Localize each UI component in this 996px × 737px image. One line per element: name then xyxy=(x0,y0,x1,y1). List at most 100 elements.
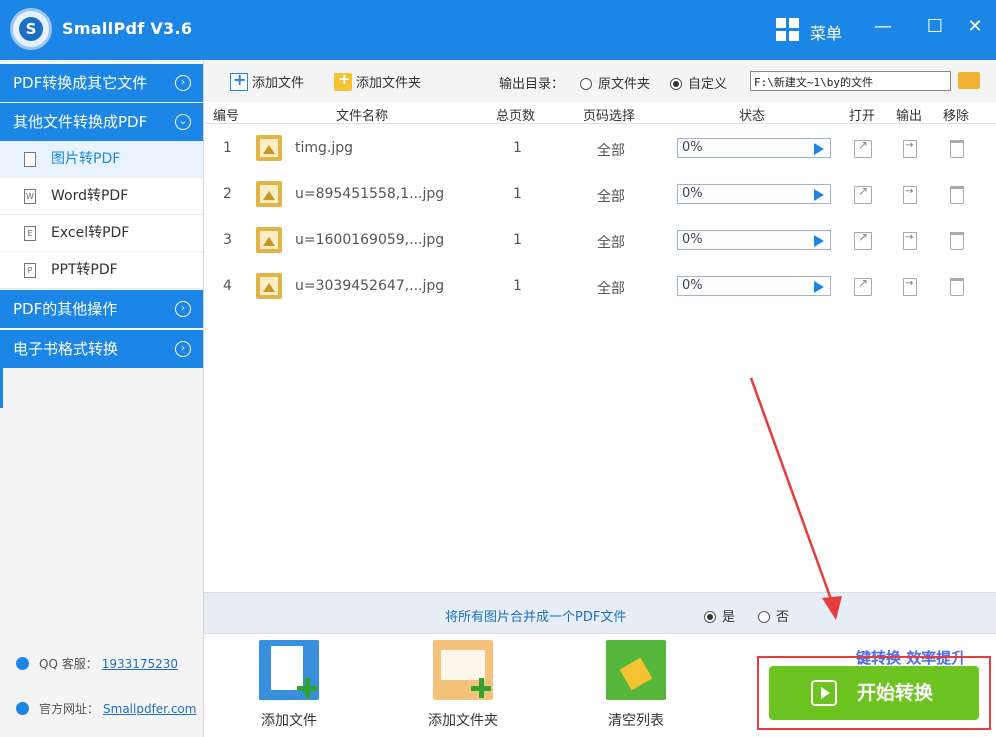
add-file-button[interactable]: 添加文件 xyxy=(230,70,304,91)
header-remove: 移除 xyxy=(943,109,970,124)
chevron-right-icon: › xyxy=(175,341,191,357)
row-filename: u=895451558,1...jpg xyxy=(295,186,445,202)
add-file-icon xyxy=(259,640,319,700)
sidebar-item-word-to-pdf[interactable]: W Word转PDF xyxy=(0,178,203,215)
row-pages: 1 xyxy=(513,140,522,156)
row-status: 0% xyxy=(677,230,831,250)
ppt-file-icon: P xyxy=(24,263,36,278)
sidebar-section-other-to-pdf[interactable]: 其他文件转换成PDF ⌄ xyxy=(0,103,203,141)
app-logo: S xyxy=(10,8,52,50)
image-file-icon xyxy=(256,181,282,207)
sidebar-item-label: Word转PDF xyxy=(51,188,129,204)
header-name: 文件名称 xyxy=(336,109,389,124)
table-row[interactable]: 3 u=1600169059,...jpg 1 全部 0% xyxy=(204,218,996,264)
section-label: PDF的其他操作 xyxy=(13,300,118,318)
title-bar: S SmallPdf V3.6 菜单 — ☐ ✕ xyxy=(0,0,996,60)
maximize-icon[interactable]: ☐ xyxy=(922,14,948,40)
bottom-add-file-button[interactable]: 添加文件 xyxy=(234,640,344,730)
merge-no-radio[interactable]: 否 xyxy=(758,606,789,625)
browser-icon xyxy=(16,702,29,715)
image-file-icon xyxy=(24,152,36,167)
qq-contact: QQ 客服： 1933175230 xyxy=(16,655,178,672)
play-icon[interactable] xyxy=(814,235,824,247)
play-icon[interactable] xyxy=(814,189,824,201)
radio-original-folder[interactable]: 原文件夹 xyxy=(580,73,650,92)
qq-link[interactable]: 1933175230 xyxy=(102,657,178,671)
broom-icon xyxy=(606,640,666,700)
sidebar-item-image-to-pdf[interactable]: 图片转PDF xyxy=(0,141,203,178)
sidebar-section-pdf-other-ops[interactable]: PDF的其他操作 › xyxy=(0,290,203,328)
trash-icon[interactable] xyxy=(950,186,964,204)
excel-file-icon: E xyxy=(24,226,36,241)
sidebar-section-ebook[interactable]: 电子书格式转换 › xyxy=(0,330,203,368)
add-folder-button[interactable]: 添加文件夹 xyxy=(334,70,421,91)
trash-icon[interactable] xyxy=(950,140,964,158)
table-row[interactable]: 1 timg.jpg 1 全部 0% xyxy=(204,126,996,172)
sidebar-item-label: 图片转PDF xyxy=(51,151,121,167)
output-icon[interactable] xyxy=(903,232,917,250)
row-range[interactable]: 全部 xyxy=(597,186,625,206)
qq-icon xyxy=(16,657,29,670)
word-file-icon: W xyxy=(24,189,36,204)
row-filename: u=3039452647,...jpg xyxy=(295,278,445,294)
minimize-icon[interactable]: — xyxy=(870,14,896,40)
clear-list-button[interactable]: 清空列表 xyxy=(581,640,691,730)
radio-icon xyxy=(758,611,770,623)
sidebar-item-excel-to-pdf[interactable]: E Excel转PDF xyxy=(0,215,203,252)
header-no: 编号 xyxy=(213,109,240,124)
image-file-icon xyxy=(256,227,282,253)
menu-grid-icon[interactable] xyxy=(776,18,800,42)
row-status: 0% xyxy=(677,138,831,158)
row-range[interactable]: 全部 xyxy=(597,140,625,160)
close-icon[interactable]: ✕ xyxy=(962,14,988,40)
trash-icon[interactable] xyxy=(950,232,964,250)
row-filename: timg.jpg xyxy=(295,140,354,156)
section-label: 其他文件转换成PDF xyxy=(13,113,148,131)
bottom-actions: 添加文件 添加文件夹 清空列表 键转换 效率提升 开始转换 xyxy=(204,634,996,737)
play-icon[interactable] xyxy=(814,281,824,293)
open-icon[interactable] xyxy=(854,230,872,250)
app-title: SmallPdf V3.6 xyxy=(62,19,193,38)
sidebar-section-pdf-to-other[interactable]: PDF转换成其它文件 › xyxy=(0,64,203,102)
radio-icon xyxy=(580,78,592,90)
row-range[interactable]: 全部 xyxy=(597,232,625,252)
sidebar-accent xyxy=(0,368,3,408)
add-folder-icon xyxy=(334,70,352,91)
play-icon[interactable] xyxy=(814,143,824,155)
start-convert-button[interactable]: 开始转换 xyxy=(769,666,979,720)
header-status: 状态 xyxy=(739,109,766,124)
radio-custom-folder[interactable]: 自定义 xyxy=(670,73,727,92)
radio-checked-icon xyxy=(704,611,716,623)
image-file-icon xyxy=(256,273,282,299)
open-icon[interactable] xyxy=(854,138,872,158)
chevron-right-icon: › xyxy=(175,301,191,317)
row-status: 0% xyxy=(677,276,831,296)
sidebar-item-ppt-to-pdf[interactable]: P PPT转PDF xyxy=(0,252,203,289)
browse-folder-icon[interactable] xyxy=(958,72,980,89)
image-file-icon xyxy=(256,135,282,161)
section-label: 电子书格式转换 xyxy=(13,340,119,358)
chevron-right-icon: › xyxy=(175,75,191,91)
row-range[interactable]: 全部 xyxy=(597,278,625,298)
file-table: 编号 文件名称 总页数 页码选择 状态 打开 输出 移除 1 timg.jpg … xyxy=(204,102,996,592)
table-row[interactable]: 2 u=895451558,1...jpg 1 全部 0% xyxy=(204,172,996,218)
trash-icon[interactable] xyxy=(950,278,964,296)
merge-yes-radio[interactable]: 是 xyxy=(704,606,735,625)
header-range: 页码选择 xyxy=(583,109,636,124)
open-icon[interactable] xyxy=(854,184,872,204)
output-icon[interactable] xyxy=(903,278,917,296)
output-path-input[interactable]: F:\新建文~1\by的文件 xyxy=(750,71,951,91)
sidebar-item-label: Excel转PDF xyxy=(51,225,130,241)
table-row[interactable]: 4 u=3039452647,...jpg 1 全部 0% xyxy=(204,264,996,310)
row-no: 1 xyxy=(223,140,232,156)
bottom-add-folder-button[interactable]: 添加文件夹 xyxy=(408,640,518,730)
merge-label: 将所有图片合并成一个PDF文件 xyxy=(445,610,627,625)
menu-button[interactable]: 菜单 xyxy=(810,20,842,44)
output-icon[interactable] xyxy=(903,140,917,158)
add-file-icon xyxy=(230,70,248,91)
play-icon xyxy=(811,680,837,706)
output-icon[interactable] xyxy=(903,186,917,204)
site-link[interactable]: Smallpdfer.com xyxy=(103,702,196,716)
row-status: 0% xyxy=(677,184,831,204)
open-icon[interactable] xyxy=(854,276,872,296)
